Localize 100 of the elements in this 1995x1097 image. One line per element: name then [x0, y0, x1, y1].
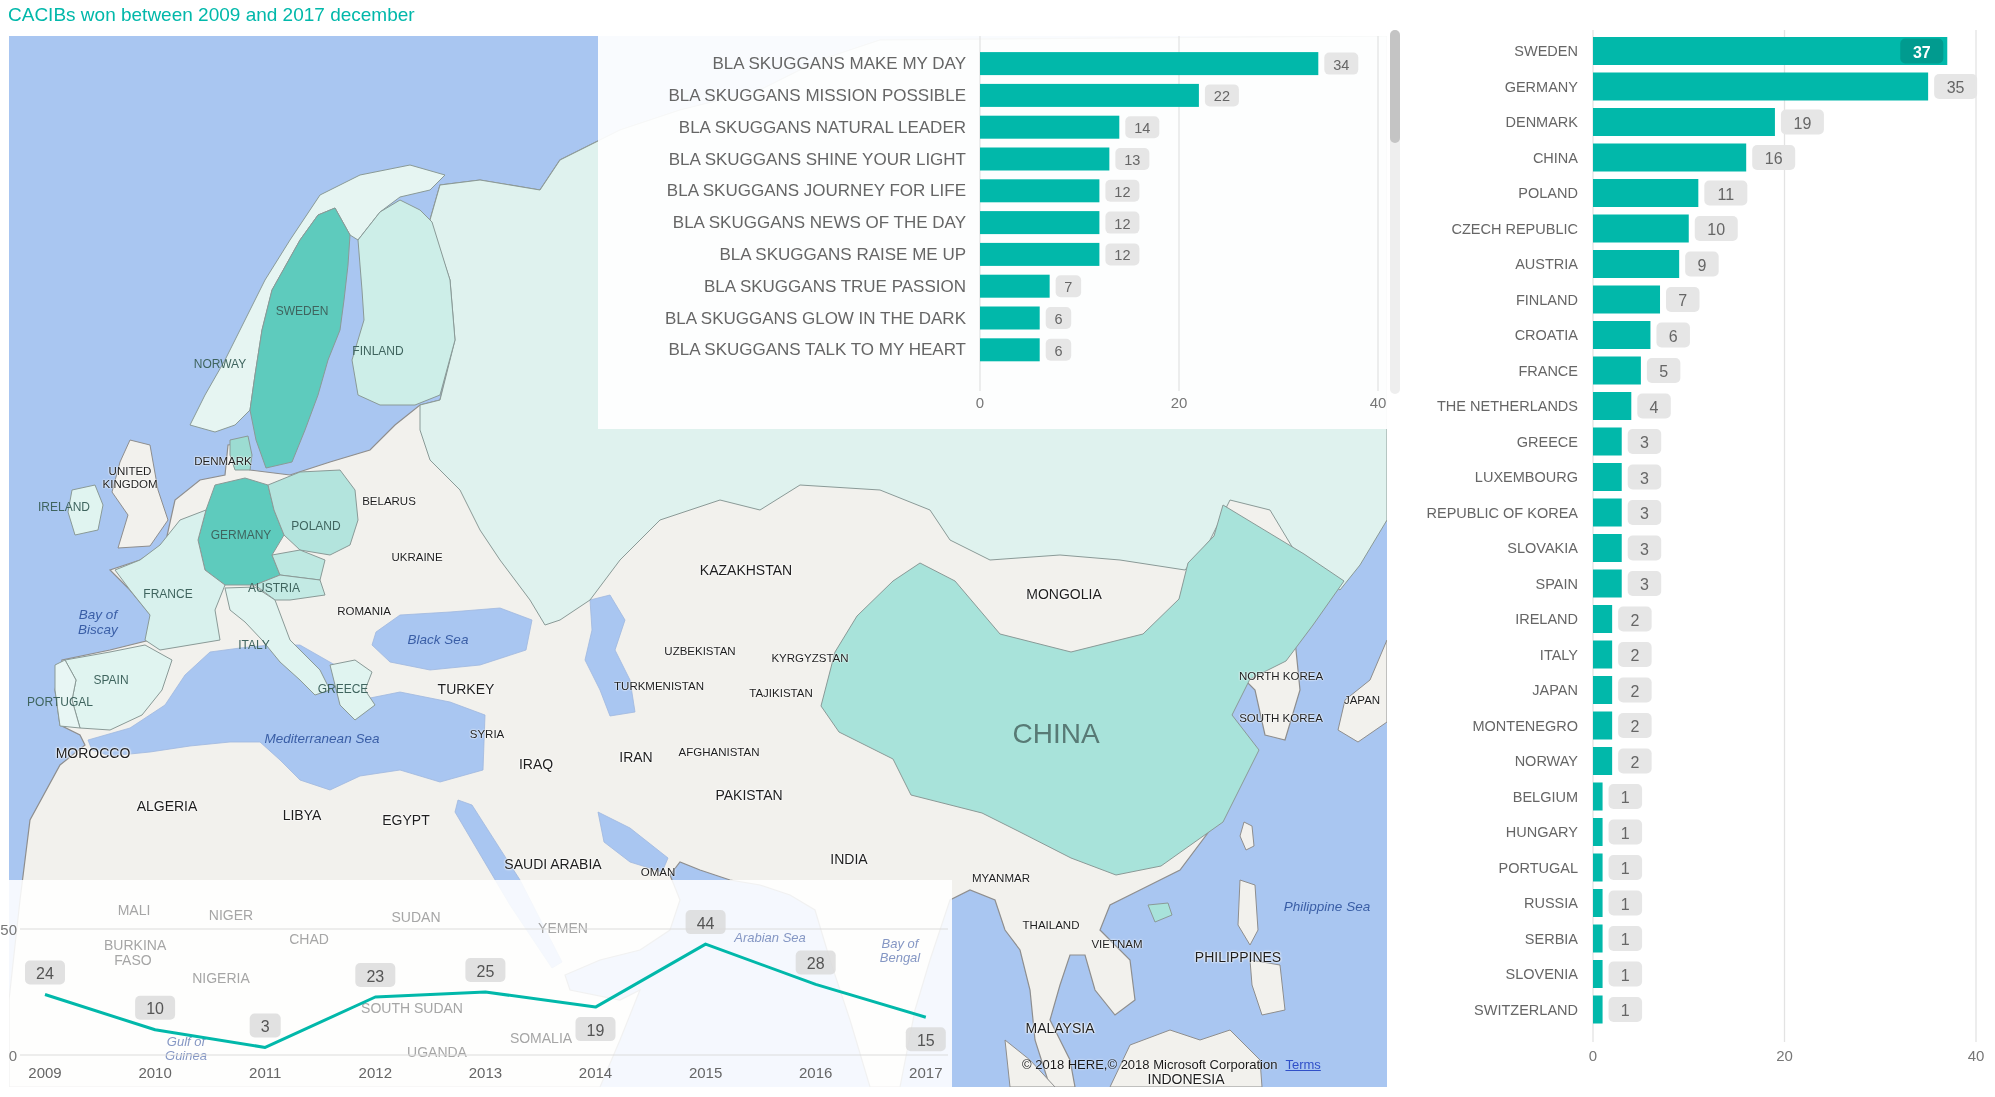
bar — [1593, 818, 1603, 846]
axis-tick-label: 40 — [1967, 1046, 1985, 1064]
country-label: SYRIA — [469, 727, 505, 741]
data-label: 10 — [1694, 216, 1738, 241]
terms-link[interactable]: Terms — [1285, 1057, 1321, 1072]
category-label: SWEDEN — [1514, 43, 1578, 59]
data-label: 3 — [1627, 464, 1662, 490]
country-label: SPAIN — [93, 674, 129, 688]
data-label: 12 — [1114, 215, 1131, 232]
category-label: BLA SKUGGANS NATURAL LEADER — [678, 117, 966, 137]
category-label: SLOVAKIA — [1507, 540, 1578, 556]
country-label: FRANCE — [143, 588, 193, 602]
country-label: KAZAKHSTAN — [699, 563, 793, 579]
data-label: 3 — [1627, 429, 1662, 454]
sea-label: Bay of Biscay — [77, 606, 120, 638]
data-label: 2 — [1618, 748, 1652, 774]
data-label: 44 — [685, 910, 726, 935]
report-title: CACIBs won between 2009 and 2017 december — [8, 3, 415, 27]
data-label: 9 — [1685, 251, 1719, 277]
data-label: 37 — [1900, 38, 1944, 64]
bar — [1593, 463, 1622, 491]
data-label: 10 — [1707, 221, 1726, 238]
country-label: AFGHANISTAN — [678, 745, 760, 759]
country-label: SOUTH SUDAN — [361, 1000, 463, 1016]
island-shape — [1239, 821, 1255, 851]
country-label: JAPAN — [1343, 693, 1381, 707]
country-label: PHILIPPINES — [1194, 950, 1282, 966]
country-label: NORWAY — [193, 358, 247, 372]
country-label: GERMANY — [210, 529, 272, 543]
data-label: 19 — [1793, 114, 1812, 132]
data-label: 22 — [1204, 84, 1239, 107]
sea-label: Black Sea — [407, 632, 469, 648]
country-label: FINLAND — [352, 345, 404, 359]
data-label: 5 — [1659, 363, 1669, 380]
bar — [1593, 640, 1613, 669]
country-label: YEMEN — [538, 920, 588, 936]
category-label: BLA SKUGGANS SHINE YOUR LIGHT — [668, 149, 966, 169]
category-label: BLA SKUGGANS GLOW IN THE DARK — [664, 308, 966, 328]
country-label: MYANMAR — [972, 871, 1030, 885]
country-label: TAJIKISTAN — [749, 686, 813, 700]
axis-tick-label: 40 — [1369, 393, 1387, 411]
category-label: RUSSIA — [1524, 895, 1578, 911]
country-label: DENMARK — [194, 454, 252, 468]
data-label: 6 — [1656, 322, 1690, 348]
data-label: 7 — [1666, 287, 1700, 312]
category-label: GERMANY — [1504, 78, 1578, 95]
category-label: BLA SKUGGANS NEWS OF THE DAY — [672, 213, 966, 233]
category-label: FRANCE — [1518, 362, 1578, 379]
country-label: INDONESIA — [1147, 1072, 1225, 1088]
category-label: IRELAND — [1515, 611, 1578, 627]
data-label: 2 — [1618, 606, 1652, 632]
data-label: 5 — [1646, 358, 1681, 383]
axis-tick-label: 2015 — [688, 1063, 723, 1081]
country-label: TURKMENISTAN — [614, 679, 704, 693]
bar — [1593, 782, 1603, 811]
sea-label: Arabian Sea — [734, 931, 806, 945]
island-shape — [1237, 879, 1259, 946]
axis-tick-label: 20 — [1776, 1046, 1793, 1064]
data-label: 1 — [1608, 997, 1643, 1022]
map-attribution: © 2018 HERE,© 2018 Microsoft Corporation — [1022, 1057, 1278, 1072]
data-label: 23 — [355, 963, 396, 988]
bar — [980, 274, 1050, 298]
data-label: 11 — [1704, 180, 1748, 206]
data-label: 3 — [260, 1017, 270, 1035]
scrollbar-thumb[interactable] — [1390, 30, 1400, 143]
data-label: 1 — [1620, 931, 1630, 948]
data-label: 2 — [1630, 718, 1640, 735]
bar — [1593, 995, 1603, 1024]
data-label: 1 — [1620, 895, 1630, 913]
category-label: THE NETHERLANDS — [1437, 398, 1578, 414]
data-label: 24 — [36, 965, 54, 983]
category-label: CROATIA — [1514, 327, 1578, 343]
bar — [1593, 853, 1603, 882]
category-label: PORTUGAL — [1498, 859, 1578, 876]
data-label: 6 — [1668, 327, 1678, 345]
data-label: 2 — [1618, 642, 1652, 667]
category-label: AUSTRIA — [1515, 256, 1578, 272]
category-label: REPUBLIC OF KOREA — [1426, 504, 1578, 521]
axis-tick-label: 2013 — [468, 1063, 503, 1081]
country-label: ALGERIA — [136, 799, 198, 815]
bar — [980, 338, 1040, 362]
sea-label: Bay of Bengal — [878, 937, 922, 965]
data-label: 2 — [1630, 611, 1640, 629]
data-label: 12 — [1114, 183, 1131, 200]
data-label: 3 — [1640, 540, 1650, 558]
axis-tick-label: 20 — [1170, 393, 1188, 411]
country-label: VIETNAM — [1091, 937, 1143, 951]
country-label: SOUTH KOREA — [1239, 711, 1323, 725]
category-label: BLA SKUGGANS TALK TO MY HEART — [668, 340, 966, 360]
data-label: 7 — [1678, 292, 1688, 309]
category-label: GREECE — [1516, 433, 1578, 450]
bar — [1593, 711, 1613, 740]
data-label: 4 — [1649, 398, 1659, 416]
data-label: 1 — [1620, 1002, 1630, 1019]
category-label: CHINA — [1532, 149, 1578, 166]
data-label: 34 — [1324, 52, 1359, 75]
data-label: 34 — [1333, 56, 1350, 73]
category-label: HUNGARY — [1505, 824, 1578, 840]
bar — [1593, 924, 1603, 953]
data-label: 13 — [1124, 152, 1141, 168]
